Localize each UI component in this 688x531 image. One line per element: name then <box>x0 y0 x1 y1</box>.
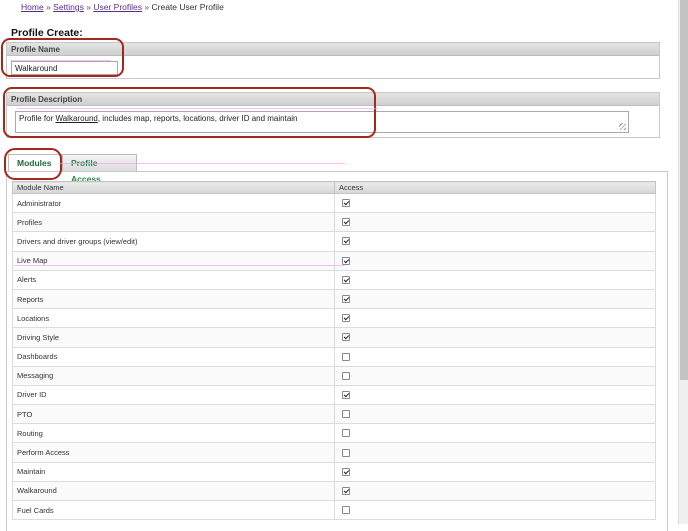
profile-description-panel: Profile Description Profile for Walkarou… <box>6 92 660 138</box>
access-checkbox[interactable] <box>342 314 350 323</box>
access-cell <box>334 192 656 214</box>
table-row: Messaging <box>12 365 656 386</box>
access-checkbox[interactable] <box>342 467 350 476</box>
access-checkbox[interactable] <box>342 390 350 399</box>
column-header-access[interactable]: Access <box>334 181 656 194</box>
access-cell <box>334 231 656 252</box>
breadcrumb: Home » Settings » User Profiles » Create… <box>21 2 224 12</box>
table-row: Driver ID <box>12 384 656 406</box>
render-artifact <box>14 265 344 266</box>
module-name-cell: Walkaround <box>12 480 335 502</box>
column-header-module-name[interactable]: Module Name <box>12 181 335 194</box>
access-cell <box>334 404 656 425</box>
table-row: Maintain <box>12 461 656 482</box>
description-text: Profile for <box>19 114 56 123</box>
table-header-row: Module Name Access <box>12 181 656 194</box>
description-text: , includes map, reports, locations, driv… <box>97 114 298 123</box>
breadcrumb-separator: » <box>86 2 91 12</box>
access-cell <box>334 327 656 348</box>
tab-modules[interactable]: Modules <box>8 154 62 172</box>
breadcrumb-separator: » <box>144 2 150 12</box>
access-cell <box>334 384 656 406</box>
access-cell <box>334 499 656 521</box>
access-cell <box>334 365 656 386</box>
access-checkbox[interactable] <box>342 486 350 495</box>
access-checkbox[interactable] <box>342 275 350 284</box>
access-checkbox[interactable] <box>342 448 350 457</box>
profile-name-input[interactable] <box>11 61 118 75</box>
access-cell <box>334 442 656 463</box>
table-row: Fuel Cards <box>12 499 656 521</box>
resize-grip-icon[interactable] <box>619 123 626 130</box>
profile-description-header: Profile Description <box>7 93 659 106</box>
render-artifact <box>18 108 378 109</box>
table-row: PTO <box>12 404 656 425</box>
table-row: Dashboards <box>12 346 656 367</box>
breadcrumb-user-profiles-link[interactable]: User Profiles <box>93 2 142 12</box>
access-checkbox[interactable] <box>342 410 350 419</box>
access-checkbox[interactable] <box>342 429 350 438</box>
module-name-cell: Perform Access <box>12 442 335 463</box>
scrollbar-thumb[interactable] <box>680 0 688 380</box>
render-artifact <box>10 60 110 61</box>
profile-name-header: Profile Name <box>7 43 659 56</box>
access-cell <box>334 423 656 444</box>
module-name-cell: Fuel Cards <box>12 499 335 521</box>
render-artifact <box>60 163 345 164</box>
access-checkbox[interactable] <box>342 295 350 304</box>
access-cell <box>334 250 656 271</box>
module-name-cell: Messaging <box>12 365 335 386</box>
table-row: Alerts <box>12 269 656 290</box>
access-cell <box>334 308 656 329</box>
module-name-cell: Drivers and driver groups (view/edit) <box>12 231 335 252</box>
module-name-cell: PTO <box>12 404 335 425</box>
vertical-scrollbar[interactable] <box>678 0 688 524</box>
access-cell <box>334 480 656 502</box>
table-row: Perform Access <box>12 442 656 463</box>
table-row: Live Map <box>12 250 656 271</box>
module-name-cell: Routing <box>12 423 335 444</box>
table-row: Reports <box>12 288 656 310</box>
access-cell <box>334 212 656 233</box>
module-name-cell: Reports <box>12 288 335 310</box>
module-name-cell: Administrator <box>12 192 335 214</box>
access-cell <box>334 288 656 310</box>
module-name-cell: Profiles <box>12 212 335 233</box>
table-row: Locations <box>12 308 656 329</box>
profile-description-textarea[interactable]: Profile for Walkaround, includes map, re… <box>15 111 629 133</box>
access-checkbox[interactable] <box>342 199 350 208</box>
module-name-cell: Locations <box>12 308 335 329</box>
description-text-underlined: Walkaround <box>55 114 98 123</box>
access-checkbox[interactable] <box>342 371 350 380</box>
table-row: Profiles <box>12 212 656 233</box>
access-checkbox[interactable] <box>342 237 350 246</box>
table-row: Walkaround <box>12 480 656 502</box>
access-checkbox[interactable] <box>342 256 350 265</box>
table-row: Administrator <box>12 192 656 214</box>
access-checkbox[interactable] <box>342 506 350 515</box>
breadcrumb-current: Create User Profile <box>151 2 224 12</box>
breadcrumb-separator: » <box>46 2 51 12</box>
access-checkbox[interactable] <box>342 218 350 227</box>
access-cell <box>334 346 656 367</box>
module-name-cell: Live Map <box>12 250 335 271</box>
modules-table: Module Name Access Administrator Profiles… <box>12 181 656 521</box>
module-name-cell: Dashboards <box>12 346 335 367</box>
access-cell <box>334 269 656 290</box>
access-checkbox[interactable] <box>342 333 350 342</box>
table-row: Driving Style <box>12 327 656 348</box>
module-name-cell: Maintain <box>12 461 335 482</box>
module-name-cell: Driver ID <box>12 384 335 406</box>
module-name-cell: Alerts <box>12 269 335 290</box>
access-checkbox[interactable] <box>342 352 350 361</box>
breadcrumb-settings-link[interactable]: Settings <box>53 2 84 12</box>
module-name-cell: Driving Style <box>12 327 335 348</box>
breadcrumb-home-link[interactable]: Home <box>21 2 44 12</box>
table-row: Drivers and driver groups (view/edit) <box>12 231 656 252</box>
table-row: Routing <box>12 423 656 444</box>
access-cell <box>334 461 656 482</box>
page-title: Profile Create: <box>11 27 83 39</box>
